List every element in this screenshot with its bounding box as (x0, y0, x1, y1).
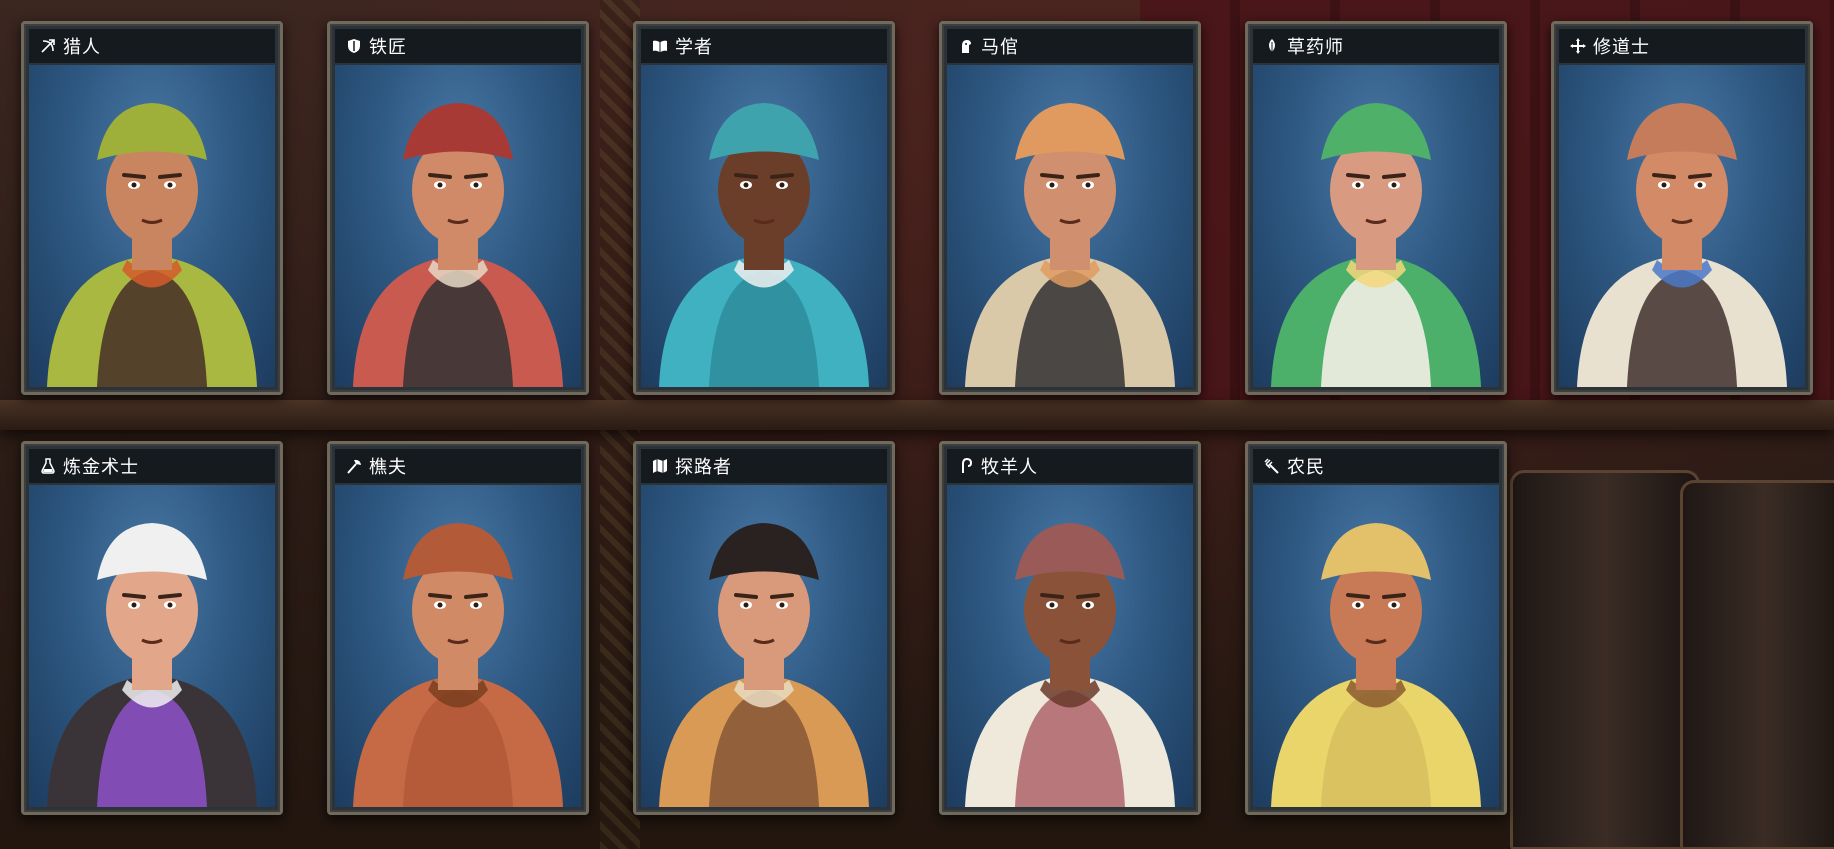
character-figure (965, 103, 1175, 387)
character-portrait (641, 485, 887, 807)
character-figure (1577, 103, 1787, 387)
character-figure (659, 103, 869, 387)
background-book (1510, 470, 1700, 849)
character-portrait (29, 65, 275, 387)
card-header: 铁匠 (335, 29, 581, 63)
character-card-woodcutter[interactable]: 樵夫 (327, 441, 589, 815)
character-card-groom[interactable]: 马倌 (939, 21, 1201, 395)
card-header: 修道士 (1559, 29, 1805, 63)
card-name: 马倌 (981, 37, 1019, 58)
card-name: 猎人 (63, 37, 101, 58)
background-shelf (0, 400, 1834, 430)
character-figure (659, 523, 869, 807)
card-header: 草药师 (1253, 29, 1499, 63)
card-header: 樵夫 (335, 449, 581, 483)
character-card-monk[interactable]: 修道士 (1551, 21, 1813, 395)
card-name: 牧羊人 (981, 457, 1038, 478)
horse-icon (957, 37, 975, 55)
card-name: 草药师 (1287, 37, 1344, 58)
cross-icon (1569, 37, 1587, 55)
character-card-herbalist[interactable]: 草药师 (1245, 21, 1507, 395)
card-name: 樵夫 (369, 457, 407, 478)
card-header: 炼金术士 (29, 449, 275, 483)
axe-icon (345, 457, 363, 475)
book-icon (651, 37, 669, 55)
card-header: 农民 (1253, 449, 1499, 483)
character-figure (1271, 523, 1481, 807)
card-name: 修道士 (1593, 37, 1650, 58)
character-card-alchemist[interactable]: 炼金术士 (21, 441, 283, 815)
card-header: 学者 (641, 29, 887, 63)
card-header: 牧羊人 (947, 449, 1193, 483)
card-name: 铁匠 (369, 37, 407, 58)
card-name: 农民 (1287, 457, 1325, 478)
character-portrait (947, 485, 1193, 807)
character-figure (353, 523, 563, 807)
character-portrait (641, 65, 887, 387)
character-card-scholar[interactable]: 学者 (633, 21, 895, 395)
map-icon (651, 457, 669, 475)
character-card-shepherd[interactable]: 牧羊人 (939, 441, 1201, 815)
character-portrait (335, 485, 581, 807)
character-card-farmer[interactable]: 农民 (1245, 441, 1507, 815)
character-portrait (29, 485, 275, 807)
character-card-hunter[interactable]: 猎人 (21, 21, 283, 395)
character-portrait (1559, 65, 1805, 387)
card-name: 炼金术士 (63, 457, 139, 478)
card-header: 猎人 (29, 29, 275, 63)
pitchfork-icon (1263, 457, 1281, 475)
character-figure (47, 103, 257, 387)
character-card-blacksmith[interactable]: 铁匠 (327, 21, 589, 395)
character-portrait (335, 65, 581, 387)
character-figure (1271, 103, 1481, 387)
character-card-pathfinder[interactable]: 探路者 (633, 441, 895, 815)
character-figure (965, 523, 1175, 807)
card-name: 学者 (675, 37, 713, 58)
leaf-icon (1263, 37, 1281, 55)
character-portrait (947, 65, 1193, 387)
card-name: 探路者 (675, 457, 732, 478)
bow-arrow-icon (39, 37, 57, 55)
background-book (1680, 480, 1834, 849)
character-portrait (1253, 485, 1499, 807)
card-header: 马倌 (947, 29, 1193, 63)
flask-icon (39, 457, 57, 475)
character-portrait (1253, 65, 1499, 387)
card-header: 探路者 (641, 449, 887, 483)
character-figure (47, 523, 257, 807)
crook-icon (957, 457, 975, 475)
shield-icon (345, 37, 363, 55)
character-figure (353, 103, 563, 387)
